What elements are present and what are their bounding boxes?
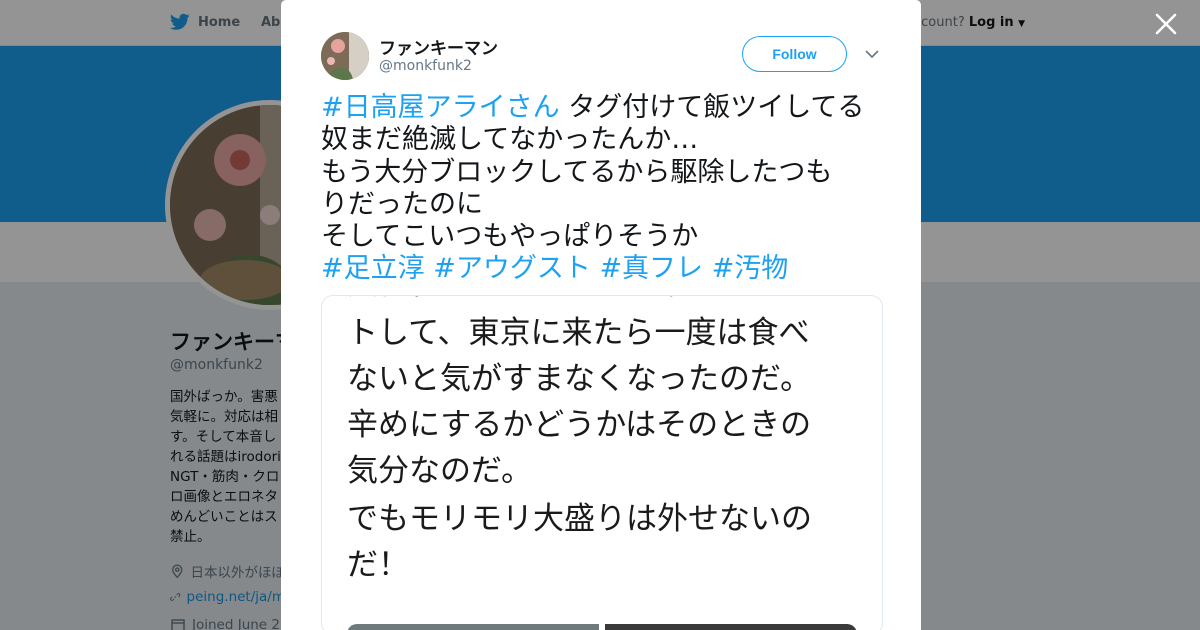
media-text-line: でもモリモリ大盛りは外せないの	[347, 501, 812, 537]
hashtag-link[interactable]: #日高屋アライさん	[321, 92, 560, 123]
tweet-line: もう大分ブロックしてるから駆除したつも	[321, 156, 833, 188]
media-text-line: だ！	[347, 547, 409, 583]
tweet-line-text: タグ付けて飯ツイしてる	[559, 92, 865, 123]
tweet-line: 奴まだ絶滅してなかったんか…	[321, 124, 699, 156]
media-text-line: ないと気がすまなくなったのだ。	[347, 361, 812, 397]
close-icon[interactable]	[1153, 11, 1179, 37]
media-text-clipped: 大日程で通はそれはジャストミー	[347, 296, 810, 303]
media-photo-right	[605, 624, 857, 630]
media-photo-left	[347, 624, 599, 630]
media-text-line: トして、東京に来たら一度は食べ	[347, 315, 810, 351]
tweet-line: #日高屋アライさん タグ付けて飯ツイしてる	[321, 92, 886, 124]
hashtag-link[interactable]: #足立淳	[321, 253, 425, 284]
media-text-line: 気分なのだ。	[347, 453, 533, 489]
author-handle[interactable]: @monkfunk2	[379, 58, 472, 74]
chevron-down-icon[interactable]	[864, 46, 880, 62]
media-text-line: 辛めにするかどうかはそのときの	[347, 407, 812, 443]
hashtag-link[interactable]: #汚物	[712, 253, 789, 284]
tweet-media[interactable]: 大日程で通はそれはジャストミー トして、東京に来たら一度は食べ ないと気がすまな…	[321, 295, 883, 630]
author-avatar[interactable]	[321, 32, 369, 80]
tweet-hashtags: #足立淳 #アウグスト #真フレ #汚物	[321, 253, 886, 285]
tweet-line: そしてこいつもやっぱりそうか	[321, 221, 699, 253]
hashtag-link[interactable]: #真フレ	[599, 253, 703, 284]
tweet-text: #日高屋アライさん タグ付けて飯ツイしてる 奴まだ絶滅してなかったんか… もう大…	[321, 92, 886, 286]
tweet-line: りだったのに	[321, 188, 483, 220]
hashtag-link[interactable]: #アウグスト	[433, 253, 591, 284]
author-name[interactable]: ファンキーマン	[379, 34, 498, 59]
follow-button[interactable]: Follow	[742, 36, 847, 72]
author-avatar-photo	[321, 32, 369, 80]
tweet-modal: ファンキーマン @monkfunk2 Follow #日高屋アライさん タグ付け…	[281, 0, 921, 630]
